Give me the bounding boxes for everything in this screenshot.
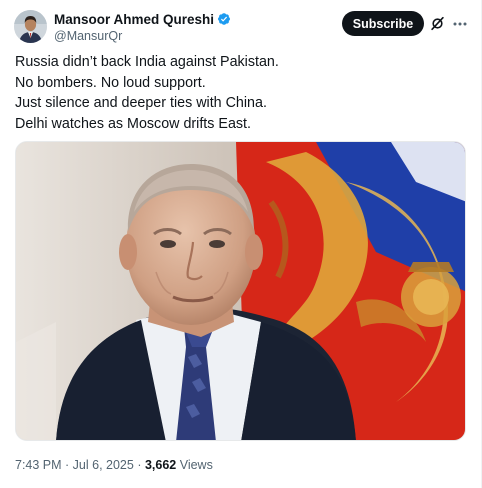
tweet-line: Delhi watches as Moscow drifts East. [15,115,251,132]
photo-illustration [16,142,465,440]
author-display-name[interactable]: Mansoor Ahmed Qureshi [54,12,214,27]
more-options-icon[interactable] [452,16,468,32]
meta-separator: · [133,458,145,472]
avatar-image [14,10,47,43]
tweet-meta: 7:43 PM · Jul 6, 2025 · 3,662 Views [15,458,213,472]
tweet-line: Russia didn’t back India against Pakista… [15,54,279,70]
post-date[interactable]: Jul 6, 2025 [73,458,134,472]
author-handle[interactable]: @MansurQr [54,29,231,43]
post-time[interactable]: 7:43 PM [15,458,62,472]
tweet-line: Just silence and deeper ties with China. [15,95,267,112]
author-block: Mansoor Ahmed Qureshi @MansurQr [54,11,231,43]
meta-separator: · [61,458,73,472]
subscribe-button[interactable]: Subscribe [342,11,424,36]
tweet-photo[interactable] [15,141,466,441]
avatar[interactable] [14,10,47,43]
tweet-text: Russia didn’t back India against Pakista… [15,52,455,134]
tweet-line: No bombers. No loud support. [15,74,206,91]
grok-icon[interactable] [430,16,445,31]
views-count: 3,662 [144,458,177,472]
tweet-card[interactable]: Mansoor Ahmed Qureshi @MansurQr Subscrib… [0,0,482,488]
verified-badge-icon[interactable] [217,12,231,26]
views-label: Views [176,458,213,472]
